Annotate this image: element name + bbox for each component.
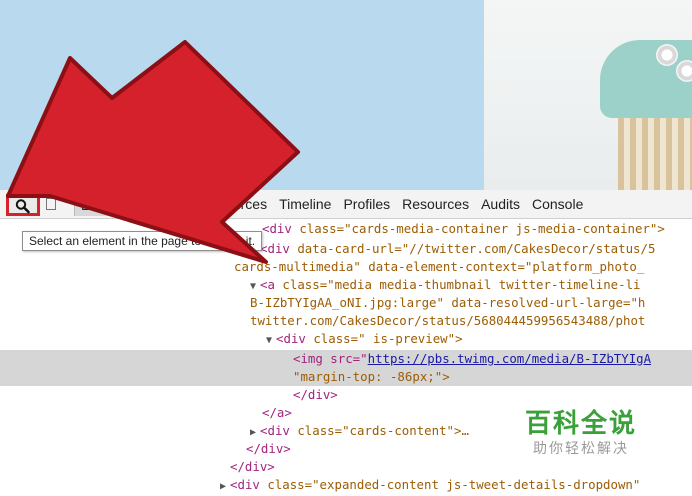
tab-elements[interactable]: Elements	[74, 192, 147, 216]
cake-top-tier	[600, 40, 692, 118]
tag-open: <a	[260, 277, 283, 292]
tab-network[interactable]: Network	[146, 193, 209, 215]
dom-node[interactable]: ▼ <a class="media media-thumbnail twitter…	[250, 276, 692, 294]
watermark-title: 百科全说	[524, 409, 637, 439]
console-drawer-icon[interactable]	[46, 198, 56, 210]
tab-audits[interactable]: Audits	[475, 193, 526, 215]
dom-node-selected[interactable]: <img src="https://pbs.twimg.com/media/B-…	[0, 350, 692, 368]
sugar-flower	[676, 60, 692, 82]
node-attributes: class="media media-thumbnail twitter-tim…	[282, 277, 641, 292]
dom-close-tag: </div>	[293, 386, 692, 404]
sugar-flower	[656, 44, 678, 66]
inspect-tooltip: Select an element in the page to inspect…	[22, 231, 263, 251]
dom-node-selected-continued: "margin-top: -86px;">	[0, 368, 692, 386]
watermark: 百科全说 助你轻松解决	[516, 403, 646, 458]
node-attributes: data-card-url="//twitter.com/CakesDecor/…	[297, 241, 656, 256]
node-attributes: class=" is-preview">	[313, 331, 463, 346]
expand-triangle-icon[interactable]: ▶	[250, 427, 256, 438]
dom-node-continued: B-IZbTYIgAA_oNI.jpg:large" data-resolved…	[250, 294, 692, 312]
tag-close: </a>	[262, 405, 292, 420]
node-attributes: class="expanded-content js-tweet-details…	[267, 477, 641, 492]
inspect-element-button[interactable]	[6, 194, 40, 216]
tag-open: <div	[276, 331, 314, 346]
dom-node[interactable]: <div class="cards-media-container js-med…	[262, 220, 692, 238]
collapse-triangle-icon[interactable]: ▼	[266, 335, 272, 346]
cake-bottom-tier	[618, 118, 692, 190]
watermark-subtitle: 助你轻松解决	[533, 441, 629, 457]
node-attributes: twitter.com/CakesDecor/status/5680444599…	[250, 313, 646, 328]
tag-open: <div	[262, 221, 300, 236]
node-attributes: B-IZbTYIgAA_oNI.jpg:large" data-resolved…	[250, 295, 646, 310]
devtools-toolbar: Elements Network Sources Timeline Profil…	[0, 190, 692, 219]
tab-resources[interactable]: Resources	[396, 193, 475, 215]
tab-console[interactable]: Console	[526, 193, 589, 215]
dom-node[interactable]: ▼<div data-card-url="//twitter.com/Cakes…	[250, 240, 692, 258]
tag-open: <div	[260, 423, 298, 438]
node-attributes: cards-multimedia" data-element-context="…	[234, 259, 645, 274]
dom-node[interactable]: ▶ <div class="expanded-content js-tweet-d…	[220, 476, 692, 494]
tag-close: </div>	[246, 441, 291, 456]
collapse-triangle-icon[interactable]: ▼	[250, 281, 256, 292]
node-attributes: class="cards-media-container js-media-co…	[299, 221, 665, 236]
tag-open: <div	[260, 241, 298, 256]
tab-profiles[interactable]: Profiles	[337, 193, 396, 215]
devtools-tabs: Elements Network Sources Timeline Profil…	[74, 190, 589, 218]
tag-open: <img src="	[293, 351, 368, 366]
tab-timeline[interactable]: Timeline	[273, 193, 337, 215]
dom-close-tag: </div>	[230, 458, 692, 476]
node-attributes: "margin-top: -86px;">	[293, 369, 450, 384]
dom-node-continued: twitter.com/CakesDecor/status/5680444599…	[250, 312, 692, 330]
tab-sources[interactable]: Sources	[210, 193, 273, 215]
tag-close: </div>	[293, 387, 338, 402]
dom-node-continued: cards-multimedia" data-element-context="…	[234, 258, 692, 276]
magnifier-icon	[15, 199, 30, 214]
expand-triangle-icon[interactable]: ▶	[220, 481, 226, 492]
tag-open: <div	[230, 477, 268, 492]
tag-close: </div>	[230, 459, 275, 474]
dom-node[interactable]: ▼ <div class=" is-preview">	[266, 330, 692, 348]
node-attributes: class="cards-content">…	[297, 423, 469, 438]
img-src-link[interactable]: https://pbs.twimg.com/media/B-IZbTYIgA	[368, 351, 651, 366]
